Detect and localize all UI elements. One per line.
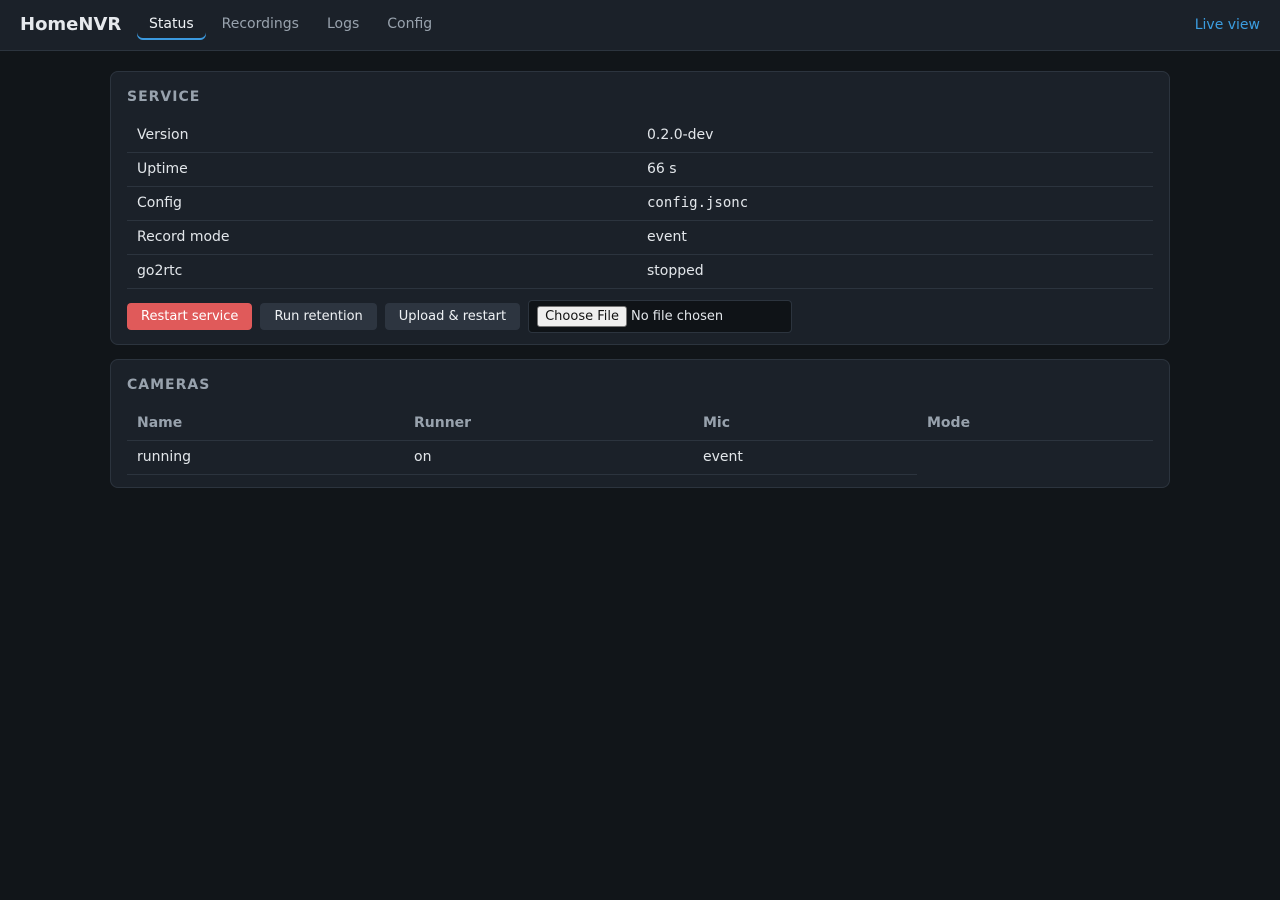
tab-logs[interactable]: Logs <box>315 8 371 40</box>
go2rtc-status-value: stopped <box>637 254 1153 289</box>
uptime-value: 66 s <box>637 152 1153 187</box>
version-label: Version <box>127 118 637 153</box>
tab-config[interactable]: Config <box>375 8 444 40</box>
table-row: Version 0.2.0-dev <box>127 118 1153 153</box>
uptime-label: Uptime <box>127 152 637 187</box>
table-row: Config config.jsonc <box>127 186 1153 221</box>
camera-runner-cell: on <box>404 440 693 475</box>
app-brand: HomeNVR <box>20 14 122 35</box>
service-card: SERVICE Version 0.2.0-dev Uptime 66 s Co… <box>110 71 1170 345</box>
config-value: config.jsonc <box>637 186 1153 221</box>
tab-recordings[interactable]: Recordings <box>210 8 311 40</box>
main-nav-tabs: Status Recordings Logs Config <box>137 8 448 40</box>
choose-file-button[interactable]: Choose File <box>537 305 627 327</box>
table-row: running on event <box>127 440 1153 475</box>
table-header-row: Name Runner Mic Mode <box>127 406 1153 441</box>
record-mode-label: Record mode <box>127 220 637 255</box>
column-header-name: Name <box>127 406 404 441</box>
camera-mode-cell <box>917 440 1153 474</box>
version-value: 0.2.0-dev <box>637 118 1153 153</box>
table-row: go2rtc stopped <box>127 254 1153 289</box>
cameras-table: Name Runner Mic Mode running on event <box>127 406 1153 475</box>
top-navigation-bar: HomeNVR Status Recordings Logs Config Li… <box>0 0 1280 51</box>
go2rtc-label: go2rtc <box>127 254 637 289</box>
config-file-input[interactable]: Choose File No file chosen <box>528 299 793 333</box>
service-card-title: SERVICE <box>127 89 201 105</box>
service-actions: Restart service Run retention Upload & r… <box>127 299 1153 333</box>
file-status-text: No file chosen <box>630 308 724 324</box>
column-header-mic: Mic <box>693 406 917 441</box>
live-view-link[interactable]: Live view <box>1195 16 1260 34</box>
table-row: Record mode event <box>127 220 1153 255</box>
upload-restart-button[interactable]: Upload & restart <box>384 302 521 330</box>
camera-mic-cell: event <box>693 440 917 475</box>
table-row: Uptime 66 s <box>127 152 1153 187</box>
tab-status[interactable]: Status <box>137 8 206 40</box>
run-retention-button[interactable]: Run retention <box>260 302 377 330</box>
config-label: Config <box>127 186 637 221</box>
column-header-mode: Mode <box>917 406 1153 441</box>
cameras-card-title: CAMERAS <box>127 377 211 393</box>
service-info-table: Version 0.2.0-dev Uptime 66 s Config con… <box>127 118 1153 289</box>
camera-name-cell: running <box>127 440 404 475</box>
column-header-runner: Runner <box>404 406 693 441</box>
record-mode-value: event <box>637 220 1153 255</box>
restart-service-button[interactable]: Restart service <box>127 302 253 330</box>
cameras-card: CAMERAS Name Runner Mic Mode running on … <box>110 359 1170 488</box>
